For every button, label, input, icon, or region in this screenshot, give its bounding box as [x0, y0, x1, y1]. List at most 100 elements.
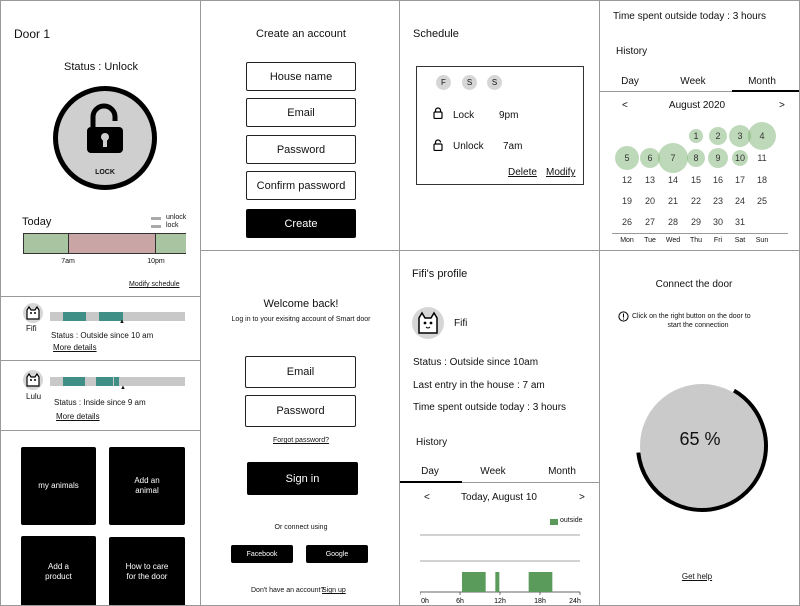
- x-tick-label: 12h: [494, 598, 506, 605]
- calendar-day[interactable]: 16: [713, 175, 723, 185]
- x-tick-label: 6h: [456, 598, 464, 605]
- date-prev-arrow[interactable]: <: [424, 492, 430, 503]
- weekday-label: Fri: [713, 237, 723, 244]
- lulu-outside-segment: [96, 377, 113, 386]
- lulu-more-details-link[interactable]: More details: [56, 412, 100, 421]
- day-chip-friday[interactable]: F: [436, 75, 451, 90]
- calendar-day[interactable]: 17: [735, 175, 745, 185]
- cat-icon: [26, 305, 40, 320]
- email-field[interactable]: Email: [246, 98, 356, 127]
- lock-legend-label: lock: [166, 222, 179, 229]
- lock-legend-swatch: [151, 225, 161, 228]
- calendar-day[interactable]: 30: [713, 217, 723, 227]
- outside-bar: [528, 572, 553, 592]
- timeline-unlock-morning: [24, 234, 69, 253]
- lulu-outside-segment: [63, 377, 85, 386]
- timeline-locked-day: [69, 234, 156, 253]
- door-care-tile[interactable]: How to care for the door: [109, 537, 185, 605]
- get-help-link[interactable]: Get help: [682, 572, 712, 581]
- calendar-day[interactable]: 9: [715, 153, 720, 163]
- no-account-label: Don't have an account?: [251, 587, 325, 594]
- lulu-now-marker: ▲: [120, 385, 126, 391]
- calendar-day[interactable]: 24: [735, 196, 745, 206]
- create-button[interactable]: Create: [246, 209, 356, 238]
- calendar-day[interactable]: 31: [735, 217, 745, 227]
- tab-month[interactable]: Month: [548, 466, 576, 477]
- divider: [1, 430, 200, 431]
- day-chip-saturday[interactable]: S: [462, 75, 477, 90]
- calendar-day[interactable]: 2: [715, 131, 720, 141]
- calendar-day[interactable]: 4: [759, 131, 764, 141]
- unlock-icon: [433, 139, 443, 151]
- schedule-title: Schedule: [413, 28, 459, 40]
- password-field[interactable]: Password: [246, 135, 356, 164]
- sign-in-button[interactable]: Sign in: [247, 462, 358, 495]
- calendar-day[interactable]: 12: [622, 175, 632, 185]
- fifi-profile-avatar[interactable]: [412, 307, 444, 339]
- fifi-name: Fifi: [26, 324, 37, 333]
- calendar-grid: 1 2 3 4 5 6 7 8 9 10 11 12 13 14 15 16 17 18 19 20 21 22 23 24 2…: [600, 1, 799, 250]
- calendar-day[interactable]: 13: [645, 175, 655, 185]
- welcome-title: Welcome back!: [263, 298, 339, 310]
- legend-outside-label: outside: [560, 517, 583, 524]
- tab-week[interactable]: Week: [480, 466, 505, 477]
- calendar-day[interactable]: 28: [668, 217, 678, 227]
- profile-time-outside: Time spent outside today : 3 hours: [413, 402, 567, 413]
- calendar-day[interactable]: 10: [735, 153, 745, 163]
- modify-link[interactable]: Modify: [546, 167, 575, 178]
- modify-schedule-link[interactable]: Modify schedule: [129, 281, 180, 288]
- calendar-day[interactable]: 25: [757, 196, 767, 206]
- lulu-avatar[interactable]: [23, 370, 43, 390]
- calendar-day[interactable]: 1: [693, 131, 698, 141]
- connect-using-label: Or connect using: [274, 524, 328, 531]
- day-lock-timeline: [23, 233, 186, 254]
- timeline-tick-7am: 7am: [61, 258, 75, 265]
- fifi-more-details-link[interactable]: More details: [53, 343, 97, 352]
- fifi-now-marker: ▲: [119, 319, 125, 325]
- tab-day[interactable]: Day: [421, 466, 439, 477]
- sign-up-link[interactable]: Sign up: [322, 587, 346, 594]
- calendar-day[interactable]: 15: [691, 175, 701, 185]
- calendar-day[interactable]: 18: [757, 175, 767, 185]
- door-status: Status : Unlock: [64, 61, 138, 73]
- house-name-field[interactable]: House name: [246, 62, 356, 91]
- calendar-day[interactable]: 11: [757, 153, 766, 163]
- calendar-day[interactable]: 23: [713, 196, 723, 206]
- weekday-label: Sat: [734, 237, 746, 244]
- forgot-password-link[interactable]: Forgot password?: [273, 437, 329, 444]
- calendar-day[interactable]: 5: [624, 153, 629, 163]
- delete-link[interactable]: Delete: [508, 167, 537, 178]
- password-input[interactable]: Password: [245, 395, 356, 427]
- lock-time-value: 9pm: [499, 110, 519, 121]
- calendar-day[interactable]: 22: [691, 196, 701, 206]
- day-chip-sunday[interactable]: S: [487, 75, 502, 90]
- fifi-avatar[interactable]: [23, 303, 43, 323]
- calendar-day[interactable]: 21: [668, 196, 678, 206]
- cat-icon: [418, 311, 438, 334]
- add-product-tile[interactable]: Add a product: [21, 536, 96, 605]
- calendar-day[interactable]: 7: [670, 153, 675, 163]
- calendar-day[interactable]: 14: [668, 175, 678, 185]
- calendar-day[interactable]: 3: [737, 131, 742, 141]
- schedule-card[interactable]: F S S Lock 9pm Unlock 7am Delete Modify: [416, 66, 584, 185]
- add-animal-tile[interactable]: Add an animal: [109, 447, 185, 525]
- unlock-legend-label: unlock: [166, 214, 187, 221]
- calendar-day[interactable]: 19: [622, 196, 632, 206]
- divider: [1, 360, 200, 361]
- calendar-day[interactable]: 27: [645, 217, 655, 227]
- calendar-day[interactable]: 8: [693, 153, 698, 163]
- calendar-day[interactable]: 6: [647, 153, 652, 163]
- date-next-arrow[interactable]: >: [579, 492, 585, 503]
- google-button[interactable]: Google: [306, 545, 368, 563]
- calendar-day[interactable]: 20: [645, 196, 655, 206]
- profile-pet-name: Fifi: [454, 318, 468, 329]
- weekday-label: Wed: [665, 237, 681, 244]
- calendar-day[interactable]: 29: [691, 217, 701, 227]
- calendar-day[interactable]: 26: [622, 217, 632, 227]
- connect-instruction: start the connection: [667, 322, 729, 329]
- email-input[interactable]: Email: [245, 356, 356, 388]
- facebook-button[interactable]: Facebook: [231, 545, 293, 563]
- my-animals-tile[interactable]: my animals: [21, 447, 96, 525]
- lock-button[interactable]: LOCK: [53, 86, 157, 190]
- confirm-password-field[interactable]: Confirm password: [246, 171, 356, 200]
